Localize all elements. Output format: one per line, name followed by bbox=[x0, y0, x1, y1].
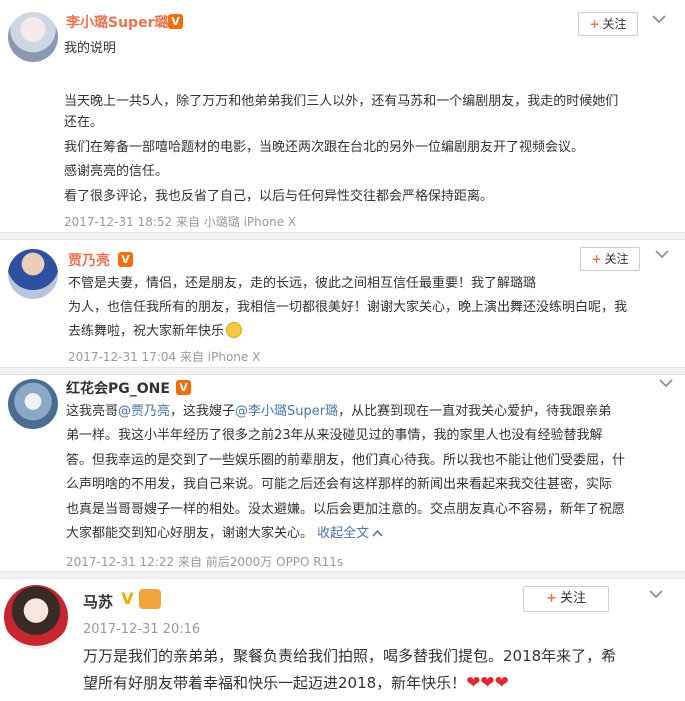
post-text-line: 当天晚上一共5人，除了万万和他弟弟我们三人以外，还有马苏和一个编剧朋友，我走的时… bbox=[64, 94, 619, 109]
post-separator bbox=[0, 367, 685, 375]
smile-emoji-icon bbox=[226, 322, 243, 338]
verified-badge-icon: V bbox=[121, 589, 134, 608]
post-text-line: 不管是夫妻，情侣，还是朋友，走的长远，彼此之间相互信任最重要！我了解璐璐 bbox=[68, 276, 537, 291]
follow-label: 关注 bbox=[559, 591, 586, 606]
post-text-line: 看了很多评论，我也反省了自己，以后与任何异性交往都会严格保持距离。 bbox=[64, 189, 494, 204]
plus-icon: + bbox=[591, 252, 602, 266]
post-text-line: 大家都能交到知心好朋友，谢谢大家关心。 收起全文 bbox=[66, 523, 383, 544]
post-separator bbox=[0, 571, 685, 579]
post-text-line: 还在。 bbox=[64, 115, 104, 130]
plus-icon: + bbox=[589, 17, 600, 31]
post-meta: 2017-12-31 17:04 来自 iPhone X bbox=[68, 350, 261, 364]
post-text-line: 为人，也信任我所有的朋友，我相信一切都很美好！谢谢大家关心，晚上演出舞还没练明白… bbox=[68, 300, 628, 315]
author-name[interactable]: 红花会PG_ONE bbox=[66, 378, 170, 398]
verified-badge-icon: V bbox=[176, 380, 191, 395]
post-meta: 2017-12-31 12:22 来自 前后2000万 OPPO R11s bbox=[66, 555, 344, 569]
post-text-line: 去练舞啦，祝大家新年快乐 bbox=[68, 321, 243, 342]
collapse-text-link[interactable]: 收起全文 bbox=[317, 526, 369, 541]
post-date: 2017-12-31 20:16 bbox=[83, 622, 201, 637]
post-text-line: 也真是当哥哥嫂子一样的相处。没太避嫌。以后会更加注意的。交点朋友真心不容易，新年… bbox=[66, 502, 626, 517]
chevron-down-icon[interactable] bbox=[652, 14, 666, 24]
post-text-line: 这我亮哥@贾乃亮，这我嫂子@李小璐Super璐，从比赛到现在一直对我关心爱护，待… bbox=[66, 401, 611, 422]
plus-icon: + bbox=[546, 591, 557, 606]
weibo-post-pgone: 红花会PG_ONE V 这我亮哥@贾乃亮，这我嫂子@李小璐Super璐，从比赛到… bbox=[0, 376, 685, 572]
post-text-segment: 这我亮哥 bbox=[66, 404, 119, 419]
mention-link[interactable]: @李小璐Super璐 bbox=[235, 404, 338, 419]
avatar[interactable] bbox=[8, 12, 58, 62]
weibo-post-masu: 马苏 V + 关注 2017-12-31 20:16 万万是我们的亲弟弟，聚餐负责… bbox=[0, 580, 685, 701]
post-text-line: 弟一样。我这小半年经历了很多之前23年从来没碰见过的事情，我的家里人也没有经验替… bbox=[66, 428, 603, 443]
follow-label: 关注 bbox=[602, 17, 627, 31]
post-text-line: 么声明啥的不用发，我自己来说。可能之后还会有这样那样的新闻出来看起来我交往甚密，… bbox=[66, 477, 613, 492]
post-text-segment: ，这我嫂子 bbox=[170, 404, 236, 419]
post-text-line: 我们在筹备一部嘻哈题材的电影，当晚还两次跟在台北的另外一位编剧朋友开了视频会议。 bbox=[64, 140, 585, 155]
weibo-post-lixiaolu: 李小璐Super璐 V + 关注 我的说明 当天晚上一共5人，除了万万和他弟弟我们… bbox=[0, 0, 685, 236]
verified-badge-icon: V bbox=[168, 14, 183, 29]
avatar[interactable] bbox=[8, 379, 58, 429]
chevron-down-icon[interactable] bbox=[655, 249, 669, 259]
author-name[interactable]: 贾乃亮 bbox=[68, 250, 110, 270]
chevron-down-icon[interactable] bbox=[659, 378, 673, 388]
post-text-line: 万万是我们的亲弟弟，聚餐负责给我们拍照，喝多替我们提包。2018年来了，希 bbox=[83, 647, 617, 665]
heart-emoji-icon: ❤❤❤ bbox=[466, 673, 509, 693]
member-badge-icon bbox=[139, 589, 161, 609]
weibo-post-jianailiang: 贾乃亮 V + 关注 不管是夫妻，情侣，还是朋友，走的长远，彼此之间相互信任最重要… bbox=[0, 241, 685, 366]
avatar[interactable] bbox=[4, 585, 68, 649]
author-name[interactable]: 马苏 bbox=[83, 591, 113, 612]
verified-badge-icon: V bbox=[118, 252, 133, 267]
follow-button[interactable]: + 关注 bbox=[523, 586, 609, 612]
follow-button[interactable]: + 关注 bbox=[578, 12, 638, 36]
follow-button[interactable]: + 关注 bbox=[580, 247, 640, 271]
post-text-segment: 去练舞啦，祝大家新年快乐 bbox=[68, 324, 225, 339]
chevron-down-icon[interactable] bbox=[649, 589, 663, 599]
follow-label: 关注 bbox=[604, 252, 629, 266]
post-meta: 2017-12-31 18:52 来自 小璐璐 iPhone X bbox=[64, 215, 297, 229]
post-text-line: 望所有好朋友带着幸福和快乐一起迈进2018，新年快乐！❤❤❤ bbox=[83, 670, 509, 697]
author-name[interactable]: 李小璐Super璐 bbox=[66, 12, 168, 32]
avatar[interactable] bbox=[8, 249, 58, 299]
post-text-segment: ，从比赛到现在一直对我关心爱护，待我跟亲弟 bbox=[338, 404, 612, 419]
post-separator bbox=[0, 232, 685, 240]
post-text-segment: 望所有好朋友带着幸福和快乐一起迈进2018，新年快乐！ bbox=[83, 674, 467, 692]
mention-link[interactable]: @贾乃亮 bbox=[118, 404, 170, 419]
post-text-segment: 大家都能交到知心好朋友，谢谢大家关心。 bbox=[66, 526, 314, 541]
post-title: 我的说明 bbox=[64, 41, 117, 56]
post-text-line: 感谢亮亮的信任。 bbox=[64, 164, 169, 179]
post-text-line: 答。但我幸运的是交到了一些娱乐圈的前辈朋友，他们真心待我。所以我也不能让他们受委… bbox=[66, 453, 626, 468]
chevron-up-icon[interactable] bbox=[372, 529, 383, 537]
